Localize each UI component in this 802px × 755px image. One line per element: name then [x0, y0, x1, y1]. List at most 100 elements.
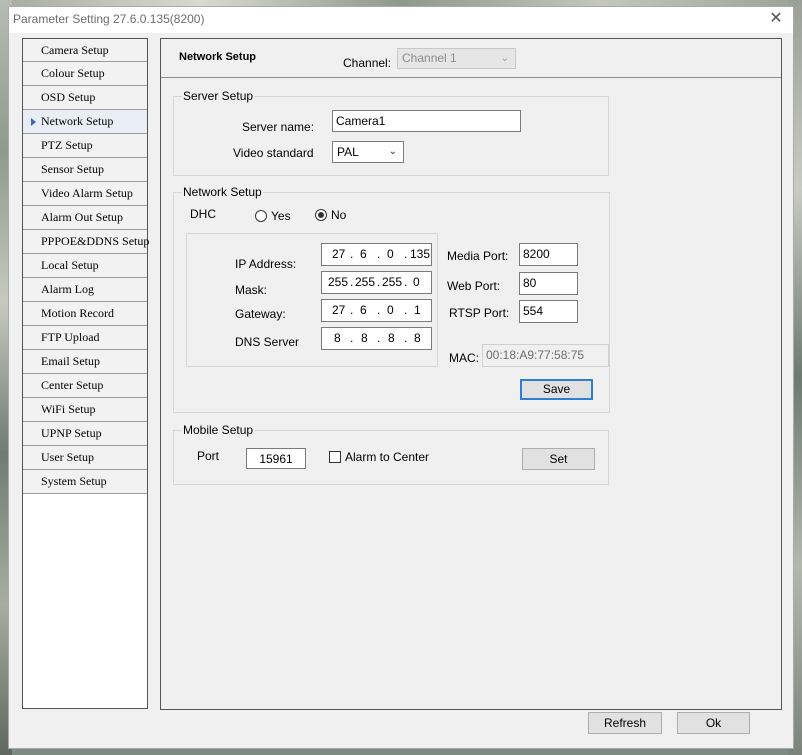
server-name-label: Server name: — [242, 120, 315, 134]
channel-label: Channel: — [343, 56, 392, 70]
sidebar-item-label: Alarm Log — [41, 282, 94, 296]
set-button[interactable]: Set — [522, 448, 595, 470]
server-setup-group: Server Setup Server name: Camera1 Video … — [173, 89, 609, 176]
ip-octet: 135 — [410, 247, 431, 261]
alarm-to-center-checkbox[interactable] — [329, 451, 341, 463]
ip-octet: 0 — [413, 275, 420, 289]
web-port-input[interactable]: 80 — [519, 272, 578, 295]
ip-octet: 8 — [334, 331, 341, 345]
ip-octet: 0 — [387, 303, 394, 317]
sidebar-item-ftp-upload[interactable]: FTP Upload — [23, 326, 147, 350]
sidebar-item-label: Email Setup — [41, 354, 100, 368]
ip-config-box: IP Address: 27 . 6 . 0 . 135 Mask: 255 .… — [186, 233, 438, 367]
ip-octet: 255 — [328, 275, 349, 289]
ip-dot: . — [404, 331, 408, 345]
ip-octet: 8 — [414, 331, 421, 345]
alarm-to-center-label: Alarm to Center — [345, 450, 430, 464]
ip-dot: . — [377, 331, 381, 345]
channel-select[interactable]: Channel 1 ⌄ — [397, 48, 516, 69]
video-standard-select[interactable]: PAL ⌄ — [332, 141, 404, 163]
server-name-input[interactable]: Camera1 — [332, 110, 521, 132]
sidebar-item-email-setup[interactable]: Email Setup — [23, 350, 147, 374]
ip-address-label: IP Address: — [235, 257, 297, 271]
network-setup-legend: Network Setup — [182, 185, 263, 199]
main-header: Network Setup Channel: Channel 1 ⌄ — [161, 39, 781, 78]
sidebar-item-local-setup[interactable]: Local Setup — [23, 254, 147, 278]
mac-field: 00:18:A9:77:58:75 — [482, 344, 609, 367]
channel-select-value: Channel 1 — [402, 51, 457, 65]
mask-label: Mask: — [235, 283, 268, 297]
ip-octet: 6 — [360, 303, 367, 317]
title-bar: Parameter Setting 27.6.0.135(8200) ✕ — [9, 7, 793, 33]
dhcp-no-radio[interactable] — [315, 209, 327, 221]
sidebar-item-user-setup[interactable]: User Setup — [23, 446, 147, 470]
mobile-setup-legend: Mobile Setup — [182, 423, 255, 437]
triangle-right-icon — [31, 118, 36, 126]
sidebar-item-center-setup[interactable]: Center Setup — [23, 374, 147, 398]
sidebar-item-upnp-setup[interactable]: UPNP Setup — [23, 422, 147, 446]
ip-octet: 255 — [382, 275, 403, 289]
dns-server-label: DNS Server — [235, 335, 300, 349]
sidebar-item-label: Sensor Setup — [41, 162, 104, 176]
gateway-input[interactable]: 27 . 6 . 0 . 1 — [321, 299, 432, 322]
sidebar-item-alarm-out-setup[interactable]: Alarm Out Setup — [23, 206, 147, 230]
sidebar-item-ptz-setup[interactable]: PTZ Setup — [23, 134, 147, 158]
dhcp-yes-radio[interactable] — [255, 210, 267, 222]
sidebar-menu: Camera Setup Colour Setup OSD Setup Netw… — [22, 38, 150, 709]
sidebar-item-motion-record[interactable]: Motion Record — [23, 302, 147, 326]
sidebar-item-label: Local Setup — [41, 258, 99, 272]
media-port-input[interactable]: 8200 — [519, 243, 578, 266]
sidebar-item-video-alarm-setup[interactable]: Video Alarm Setup — [23, 182, 147, 206]
sidebar-item-label: PTZ Setup — [41, 138, 93, 152]
ip-octet: 1 — [414, 303, 421, 317]
ip-address-input[interactable]: 27 . 6 . 0 . 135 — [321, 243, 432, 266]
save-button[interactable]: Save — [520, 379, 593, 400]
ip-dot: . — [377, 247, 381, 261]
sidebar-item-label: Network Setup — [41, 114, 114, 128]
sidebar-item-wifi-setup[interactable]: WiFi Setup — [23, 398, 147, 422]
rtsp-port-label: RTSP Port: — [449, 306, 510, 320]
page-title: Network Setup — [179, 51, 257, 63]
window-title: Parameter Setting 27.6.0.135(8200) — [13, 12, 205, 26]
server-setup-legend: Server Setup — [182, 89, 255, 103]
sidebar-item-colour-setup[interactable]: Colour Setup — [23, 62, 147, 86]
sidebar-item-network-setup[interactable]: Network Setup — [23, 110, 147, 134]
sidebar-item-label: PPPOE&DDNS Setup — [41, 234, 150, 248]
ip-dot: . — [350, 303, 354, 317]
ok-button[interactable]: Ok — [677, 712, 750, 734]
chevron-down-icon: ⌄ — [500, 53, 509, 64]
rtsp-port-input[interactable]: 554 — [519, 300, 578, 323]
mobile-port-input[interactable]: 15961 — [246, 448, 306, 469]
mask-input[interactable]: 255 . 255 . 255 . 0 — [321, 271, 432, 294]
dhcp-yes-label: Yes — [271, 209, 291, 223]
sidebar-item-pppoe-ddns-setup[interactable]: PPPOE&DDNS Setup — [23, 230, 150, 254]
sidebar-item-label: Colour Setup — [41, 66, 105, 80]
sidebar-item-sensor-setup[interactable]: Sensor Setup — [23, 158, 147, 182]
chevron-down-icon: ⌄ — [388, 146, 397, 157]
video-standard-label: Video standard — [233, 146, 314, 160]
mac-label: MAC: — [449, 351, 479, 365]
ip-octet: 27 — [332, 303, 346, 317]
sidebar-item-system-setup[interactable]: System Setup — [23, 470, 147, 494]
sidebar-item-label: Video Alarm Setup — [41, 186, 133, 200]
sidebar-item-label: Alarm Out Setup — [41, 210, 123, 224]
ip-dot: . — [350, 275, 354, 289]
close-icon[interactable]: ✕ — [767, 10, 785, 28]
sidebar-item-label: Motion Record — [41, 306, 114, 320]
ip-dot: . — [404, 275, 408, 289]
ip-dot: . — [404, 303, 408, 317]
network-setup-group: Network Setup DHCP Yes No IP Address: 27… — [173, 185, 610, 413]
dns-server-input[interactable]: 8 . 8 . 8 . 8 — [321, 327, 432, 350]
sidebar-item-osd-setup[interactable]: OSD Setup — [23, 86, 147, 110]
sidebar-item-camera-setup[interactable]: Camera Setup — [23, 39, 147, 62]
ip-octet: 8 — [388, 331, 395, 345]
sidebar-item-label: UPNP Setup — [41, 426, 102, 440]
parameter-setting-window: Parameter Setting 27.6.0.135(8200) ✕ Cam… — [8, 6, 794, 749]
sidebar-item-alarm-log[interactable]: Alarm Log — [23, 278, 147, 302]
mobile-port-label: Port — [197, 449, 220, 463]
refresh-button[interactable]: Refresh — [588, 712, 662, 734]
ip-dot: . — [404, 247, 408, 261]
sidebar-item-label: OSD Setup — [41, 90, 96, 104]
dhcp-label: DHCP — [190, 207, 216, 221]
sidebar-item-label: Center Setup — [41, 378, 104, 392]
